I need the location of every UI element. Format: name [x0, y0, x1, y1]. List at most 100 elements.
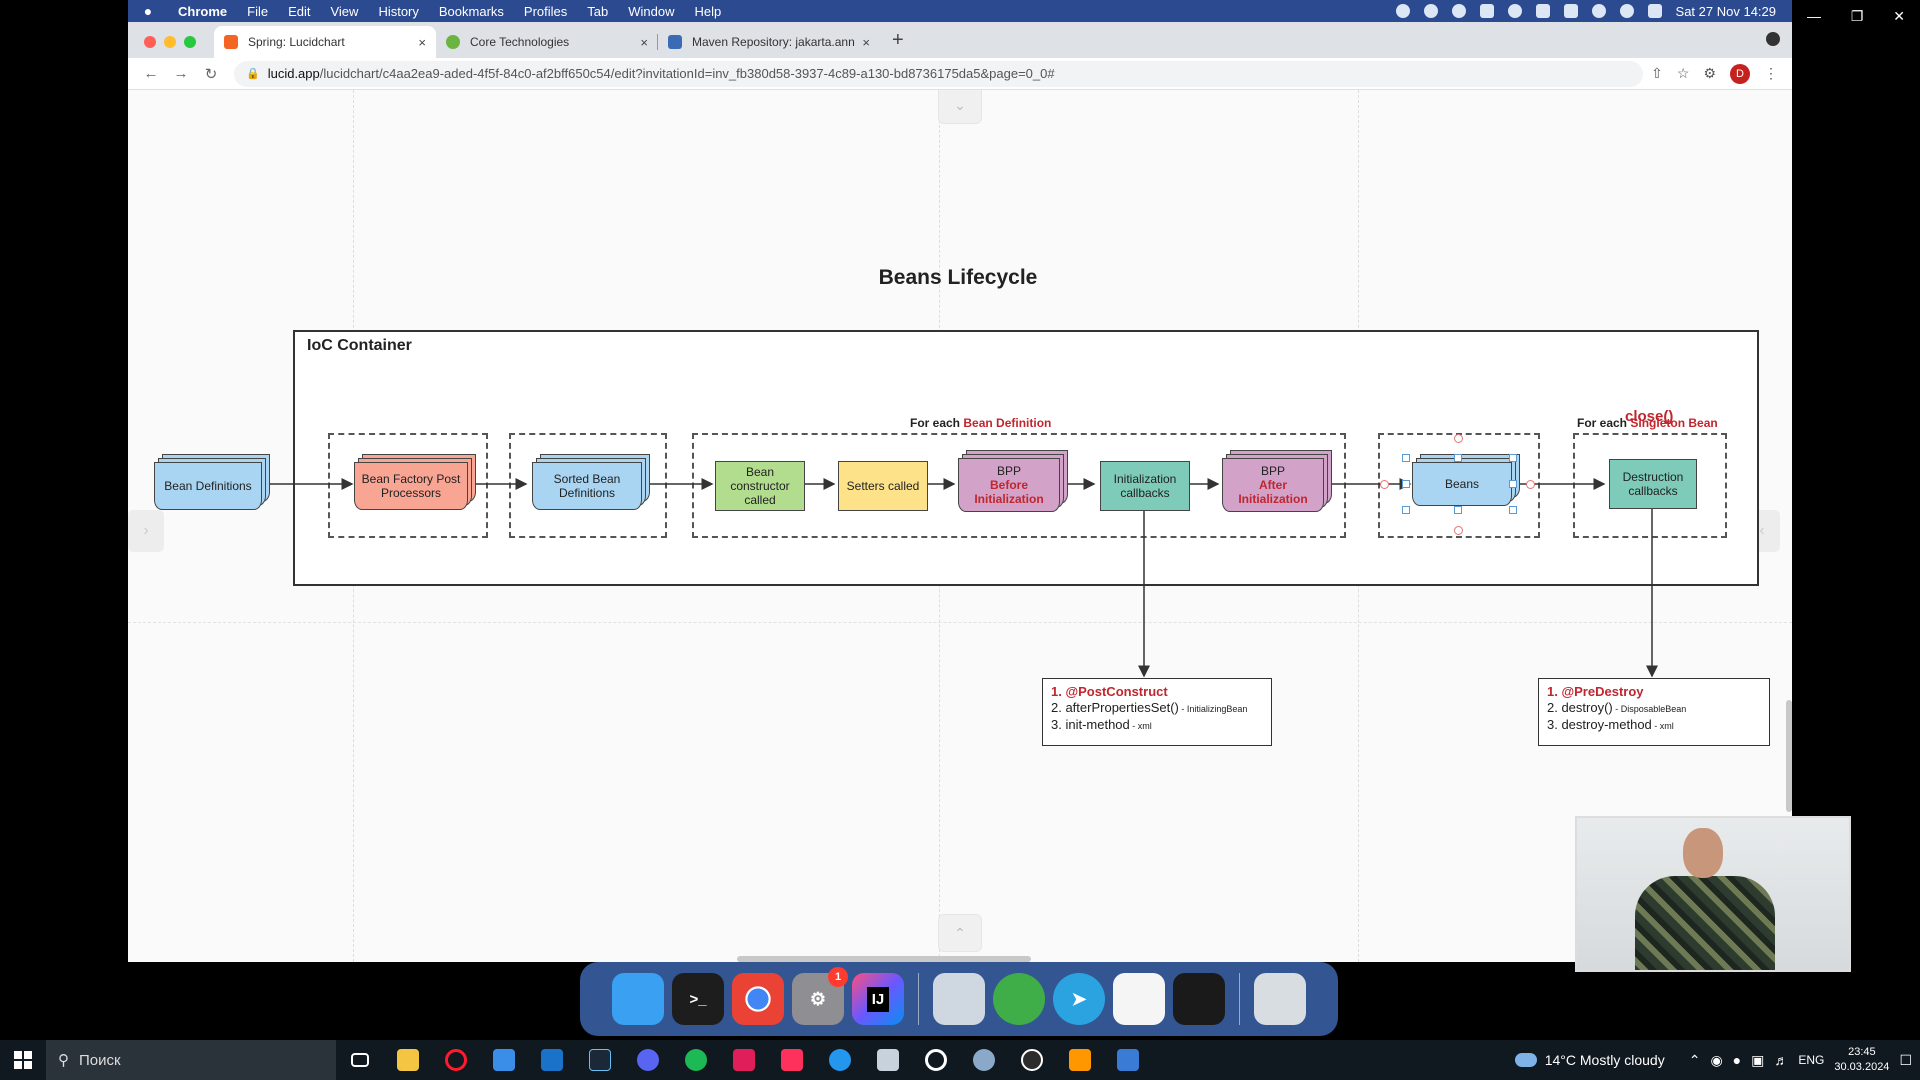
zoom-traffic-icon[interactable] — [184, 36, 196, 48]
forward-icon[interactable]: → — [166, 65, 196, 82]
webcam-tray-icon[interactable]: ◉ — [1710, 1052, 1722, 1069]
init-methods-note[interactable]: 1. @PostConstruct 2. afterPropertiesSet(… — [1042, 678, 1272, 746]
terminal-icon[interactable]: >_ — [672, 973, 724, 1025]
connection-point[interactable] — [1454, 526, 1463, 535]
mail-icon[interactable] — [528, 1040, 576, 1080]
task-view-icon[interactable] — [336, 1040, 384, 1080]
destroy-methods-note[interactable]: 1. @PreDestroy 2. destroy() - Disposable… — [1538, 678, 1770, 746]
resize-handle[interactable] — [1509, 506, 1517, 514]
minimize-traffic-icon[interactable] — [164, 36, 176, 48]
node-bean-factory-post-processors[interactable]: Bean Factory Post Processors — [354, 462, 468, 510]
vpn-icon[interactable] — [1507, 4, 1522, 18]
discord-icon[interactable] — [624, 1040, 672, 1080]
wifi-icon[interactable] — [1591, 4, 1606, 18]
settings-icon[interactable] — [912, 1040, 960, 1080]
close-window-icon[interactable]: ✕ — [1893, 8, 1905, 25]
reload-icon[interactable]: ↻ — [196, 65, 226, 83]
start-button[interactable] — [0, 1040, 46, 1080]
system-preferences-icon[interactable]: ⚙ 1 — [792, 967, 848, 1025]
profile-avatar[interactable]: D — [1730, 63, 1750, 84]
resize-handle[interactable] — [1454, 454, 1462, 462]
microphone-icon[interactable]: ● — [1733, 1052, 1741, 1068]
resize-handle[interactable] — [1509, 454, 1517, 462]
back-icon[interactable]: ← — [136, 65, 166, 82]
resize-handle[interactable] — [1402, 454, 1410, 462]
tab-close-icon[interactable]: × — [418, 35, 426, 50]
telegram-icon[interactable]: ➤ — [1053, 973, 1105, 1025]
new-tab-button[interactable]: + — [880, 29, 916, 58]
menu-help[interactable]: Help — [685, 4, 732, 19]
taskbar-clock[interactable]: 23:45 30.03.2024 — [1834, 1045, 1889, 1075]
node-sorted-bean-definitions[interactable]: Sorted Bean Definitions — [532, 462, 642, 510]
screen-icon[interactable] — [1479, 4, 1494, 18]
store-icon[interactable] — [480, 1040, 528, 1080]
notifications-icon[interactable]: ☐ — [1899, 1052, 1912, 1069]
menu-file[interactable]: File — [237, 4, 278, 19]
spotify-icon[interactable] — [672, 1040, 720, 1080]
docker-icon[interactable] — [816, 1040, 864, 1080]
node-bpp-after-initialization[interactable]: BPP After Initialization — [1222, 458, 1324, 512]
tab-lucidchart[interactable]: Spring: Lucidchart × — [214, 26, 436, 58]
intellij-taskbar-icon[interactable] — [768, 1040, 816, 1080]
lock-icon[interactable]: 🔒 — [246, 67, 260, 80]
spotlight-icon[interactable] — [1619, 4, 1634, 18]
diagram-canvas[interactable]: ⌄ ⌃ › ‹ Beans Lifecycle IoC Container Fo… — [128, 90, 1792, 962]
menu-history[interactable]: History — [368, 4, 428, 19]
chrome-menu-icon[interactable]: ⋮ — [1764, 65, 1778, 82]
menu-window[interactable]: Window — [618, 4, 684, 19]
restore-icon[interactable]: ❐ — [1851, 8, 1864, 25]
battery-icon[interactable] — [1563, 4, 1578, 18]
virtual-machine-icon[interactable] — [864, 1040, 912, 1080]
taskbar-search[interactable]: ⚲ Поиск — [46, 1040, 336, 1080]
slack-icon[interactable] — [720, 1040, 768, 1080]
network-icon[interactable] — [993, 973, 1045, 1025]
node-initialization-callbacks[interactable]: Initialization callbacks — [1100, 461, 1190, 511]
resize-handle[interactable] — [1454, 506, 1462, 514]
connection-point[interactable] — [1526, 480, 1535, 489]
menubar-clock[interactable]: Sat 27 Nov 14:29 — [1676, 4, 1776, 19]
connection-point[interactable] — [1380, 480, 1389, 489]
node-beans[interactable]: Beans — [1412, 462, 1512, 506]
volume-icon[interactable]: ♬ — [1774, 1052, 1788, 1068]
file-explorer-icon[interactable] — [384, 1040, 432, 1080]
media-player-icon[interactable] — [1008, 1040, 1056, 1080]
trash-icon[interactable] — [1254, 973, 1306, 1025]
menu-edit[interactable]: Edit — [278, 4, 320, 19]
tab-close-icon[interactable]: × — [640, 35, 648, 50]
network-app-icon[interactable] — [960, 1040, 1008, 1080]
menu-view[interactable]: View — [320, 4, 368, 19]
tab-search-icon[interactable] — [1766, 32, 1780, 46]
node-destruction-callbacks[interactable]: Destruction callbacks — [1609, 459, 1697, 509]
network-tray-icon[interactable]: ▣ — [1751, 1052, 1764, 1069]
node-bpp-before-initialization[interactable]: BPP Before Initialization — [958, 458, 1060, 512]
audio-app-icon[interactable] — [1173, 973, 1225, 1025]
menu-profiles[interactable]: Profiles — [514, 4, 577, 19]
tab-core-technologies[interactable]: Core Technologies × — [436, 26, 658, 58]
minimize-icon[interactable]: — — [1807, 8, 1821, 24]
weather-widget[interactable]: 14°C Mostly cloudy — [1514, 1052, 1665, 1068]
address-bar[interactable]: 🔒 lucid.app /lucidchart/c4aa2ea9-aded-4f… — [234, 60, 1644, 87]
telegram-tray-icon[interactable] — [1423, 4, 1438, 18]
resize-handle[interactable] — [1509, 480, 1517, 488]
accessibility-icon[interactable] — [1451, 4, 1466, 18]
preview-icon[interactable] — [933, 973, 985, 1025]
node-setters-called[interactable]: Setters called — [838, 461, 928, 511]
menu-tab[interactable]: Tab — [577, 4, 618, 19]
opera-icon[interactable] — [432, 1040, 480, 1080]
finder-icon[interactable] — [612, 973, 664, 1025]
node-bean-definitions[interactable]: Bean Definitions — [154, 462, 262, 510]
control-center-icon[interactable] — [1647, 4, 1662, 18]
tab-close-icon[interactable]: × — [862, 35, 870, 50]
chrome-icon[interactable] — [732, 973, 784, 1025]
tab-maven-repository[interactable]: Maven Repository: jakarta.ann × — [658, 26, 880, 58]
record-icon[interactable] — [1395, 4, 1410, 18]
menu-bookmarks[interactable]: Bookmarks — [429, 4, 514, 19]
node-bean-constructor[interactable]: Bean constructor called — [715, 461, 805, 511]
keyboard-layout-icon[interactable] — [1535, 4, 1550, 18]
intellij-icon[interactable]: IJ — [852, 973, 904, 1025]
share-icon[interactable]: ⇧ — [1651, 65, 1663, 82]
resize-handle[interactable] — [1402, 480, 1410, 488]
apple-menu-icon[interactable]: ● — [128, 3, 168, 19]
textedit-icon[interactable] — [1113, 973, 1165, 1025]
sublime-icon[interactable] — [1056, 1040, 1104, 1080]
